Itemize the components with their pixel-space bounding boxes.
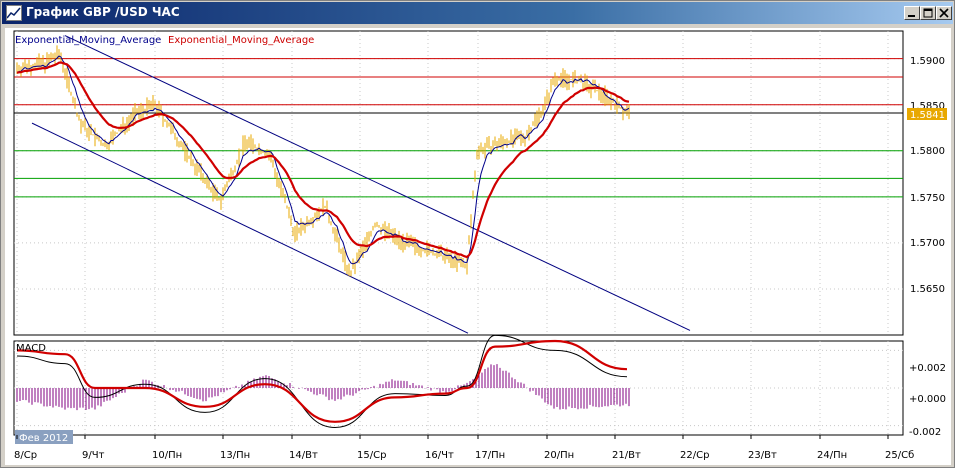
time-axis: 8/Ср 9/Чт 10/Пн 13/Пн 14/Вт 15/Ср 16/Чт 17/Пн 20… — [14, 435, 914, 461]
minimize-icon — [908, 15, 915, 17]
chart-canvas[interactable]: Exponential_Moving_Average Exponential_M… — [5, 28, 951, 465]
minimize-button[interactable] — [904, 6, 920, 20]
time-label: 21/Вт — [612, 450, 641, 461]
close-button[interactable] — [936, 6, 952, 20]
price-label: 1.5700 — [910, 238, 945, 249]
period-badge-text: Фев 2012 — [19, 433, 68, 444]
maximize-icon — [923, 8, 933, 18]
legend-ema-fast: Exponential_Moving_Average — [15, 35, 161, 46]
time-label: 14/Вт — [289, 450, 318, 461]
chart-app-icon — [6, 5, 22, 21]
close-icon — [939, 8, 949, 18]
price-label: 1.5800 — [910, 146, 945, 157]
time-label: 17/Пн — [475, 450, 505, 461]
time-label: 23/Вт — [748, 450, 777, 461]
price-label: 1.5650 — [910, 284, 945, 295]
macd-axis-label: +0.002 — [909, 363, 946, 374]
title-bar[interactable]: График GBP /USD ЧАС — [2, 2, 953, 24]
time-label: 25/Сб — [885, 450, 914, 461]
maximize-button[interactable] — [920, 6, 936, 20]
time-label: 13/Пн — [220, 450, 250, 461]
time-label: 10/Пн — [152, 450, 182, 461]
time-label: 24/Пн — [817, 450, 847, 461]
price-label: 1.5750 — [910, 193, 945, 204]
price-axis: 1.5900 1.5850 1.5800 1.5750 1.5700 1.565… — [910, 56, 945, 295]
time-label: 20/Пн — [544, 450, 574, 461]
current-price: 1.5841 — [910, 110, 945, 121]
time-label: 16/Чт — [425, 450, 454, 461]
chart-window: График GBP /USD ЧАС Exponential_Moving_A… — [0, 0, 955, 468]
time-label: 15/Ср — [357, 450, 386, 461]
price-label: 1.5900 — [910, 56, 945, 67]
macd-axis-label: +0.000 — [909, 394, 946, 405]
macd-axis-label: -0.002 — [909, 427, 941, 438]
time-label: 9/Чт — [82, 450, 105, 461]
legend-ema-slow: Exponential_Moving_Average — [168, 35, 314, 46]
window-title: График GBP /USD ЧАС — [26, 5, 180, 19]
time-label: 8/Ср — [14, 450, 37, 461]
macd-label: MACD — [16, 343, 46, 354]
chart-area[interactable]: Exponential_Moving_Average Exponential_M… — [5, 28, 951, 465]
time-label: 22/Ср — [680, 450, 709, 461]
